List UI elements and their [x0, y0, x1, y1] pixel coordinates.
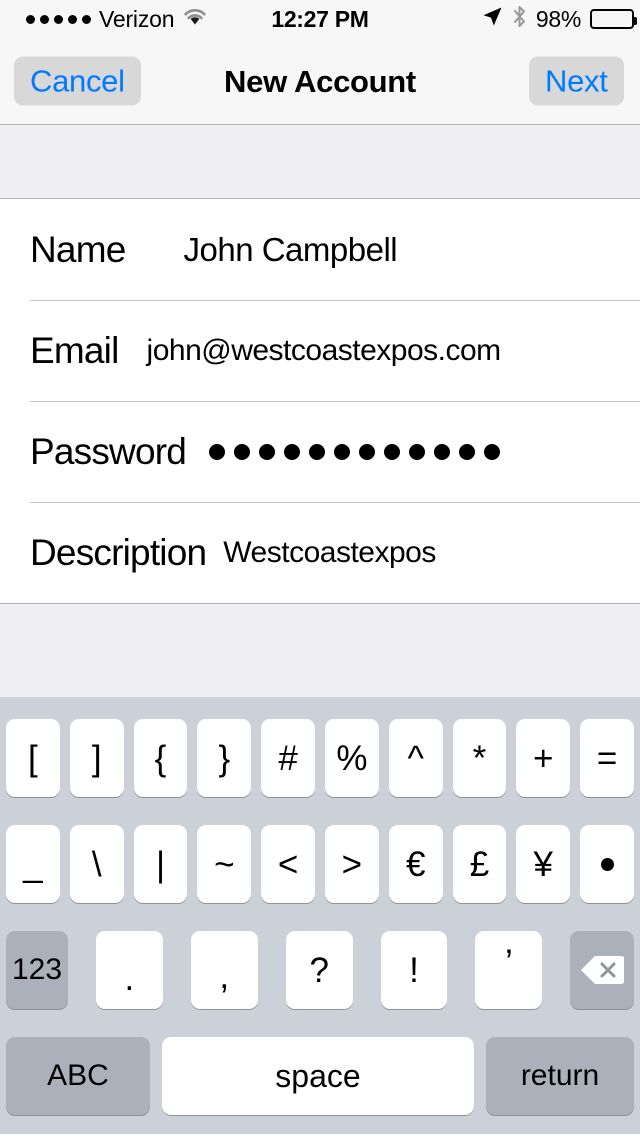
table-section-header-spacer: [0, 125, 640, 199]
key-symbol-r1-3[interactable]: }: [197, 719, 252, 797]
key-question-label: ?: [309, 950, 329, 990]
form-row-name[interactable]: Name John Campbell: [0, 199, 640, 300]
next-button[interactable]: Next: [529, 56, 624, 106]
status-bar-right: 98%: [482, 0, 637, 38]
key-symbol-r2-4[interactable]: <: [261, 825, 315, 903]
key-symbol-r1-9[interactable]: =: [580, 719, 634, 797]
key-apostrophe[interactable]: ’: [475, 931, 543, 1009]
key-apostrophe-label: ’: [505, 942, 513, 982]
key-symbol-r1-5[interactable]: %: [324, 719, 379, 797]
key-symbol-r1-8[interactable]: +: [516, 719, 571, 797]
battery-percentage: 98%: [535, 5, 581, 32]
backspace-delete-icon[interactable]: [570, 931, 634, 1009]
keyboard-row-3: 123 . , ? ! ’: [0, 931, 640, 1023]
keyboard-row-2: _ \ | ~ < > € £ ¥: [0, 825, 640, 917]
key-period[interactable]: .: [95, 931, 163, 1009]
key-symbol-r2-9[interactable]: [580, 825, 634, 903]
key-symbol-r1-2[interactable]: {: [133, 719, 188, 797]
key-abc-letters[interactable]: ABC: [6, 1037, 150, 1115]
key-numeric-123[interactable]: 123: [6, 931, 68, 1009]
password-label: Password: [30, 431, 187, 472]
navigation-bar: Cancel New Account Next: [0, 38, 640, 125]
bluetooth-icon: [512, 5, 527, 33]
form-row-email[interactable]: Email john@westcoastexpos.com: [0, 300, 640, 401]
key-symbol-r2-7[interactable]: £: [452, 825, 507, 903]
key-symbol-r1-0[interactable]: [: [6, 719, 60, 797]
name-label: Name: [30, 229, 126, 270]
form-row-description[interactable]: Description Westcoastexpos: [0, 502, 640, 603]
key-symbol-r2-8[interactable]: ¥: [516, 825, 571, 903]
key-symbol-r2-1[interactable]: \: [69, 825, 124, 903]
description-input[interactable]: Westcoastexpos: [223, 537, 436, 568]
name-input[interactable]: John Campbell: [184, 233, 398, 266]
status-bar: Verizon 12:27 PM 98%: [0, 0, 640, 38]
key-symbol-r2-5[interactable]: >: [324, 825, 379, 903]
key-symbol-r2-2[interactable]: |: [133, 825, 188, 903]
key-comma[interactable]: ,: [190, 931, 258, 1009]
battery-icon: [590, 9, 637, 29]
key-space[interactable]: space: [162, 1037, 474, 1115]
key-symbol-r1-6[interactable]: ^: [388, 719, 443, 797]
key-symbol-r2-3[interactable]: ~: [197, 825, 252, 903]
key-symbol-r2-0[interactable]: _: [6, 825, 60, 903]
on-screen-keyboard[interactable]: []{} #% ^ * + = _ \ | ~ < > € £ ¥ 123 . , ? ! ’ ABC s…: [0, 697, 640, 1134]
key-symbol-r1-4[interactable]: #: [261, 719, 315, 797]
keyboard-row-1: []{} #% ^ * + =: [0, 719, 640, 811]
key-exclamation-label: !: [409, 950, 419, 990]
keyboard-row-4: ABC space return: [0, 1037, 640, 1129]
key-exclamation-mark[interactable]: !: [380, 931, 448, 1009]
key-question-mark[interactable]: ?: [285, 931, 353, 1009]
key-symbol-r1-7[interactable]: *: [452, 719, 507, 797]
key-comma-label: ,: [219, 956, 230, 996]
location-arrow-icon: [482, 6, 503, 32]
key-return[interactable]: return: [486, 1037, 634, 1115]
description-label: Description: [30, 532, 207, 573]
email-input[interactable]: john@westcoastexpos.com: [147, 335, 502, 366]
password-input[interactable]: [209, 443, 501, 460]
table-footer-spacer: [0, 604, 640, 697]
email-label: Email: [30, 330, 119, 371]
form-row-password[interactable]: Password: [0, 401, 640, 502]
bullet-glyph: [600, 857, 614, 871]
key-symbol-r1-1[interactable]: ]: [69, 719, 124, 797]
key-period-label: .: [124, 958, 135, 998]
key-symbol-r2-6[interactable]: €: [388, 825, 443, 903]
account-form-table: Name John Campbell Email john@westcoaste…: [0, 199, 640, 604]
